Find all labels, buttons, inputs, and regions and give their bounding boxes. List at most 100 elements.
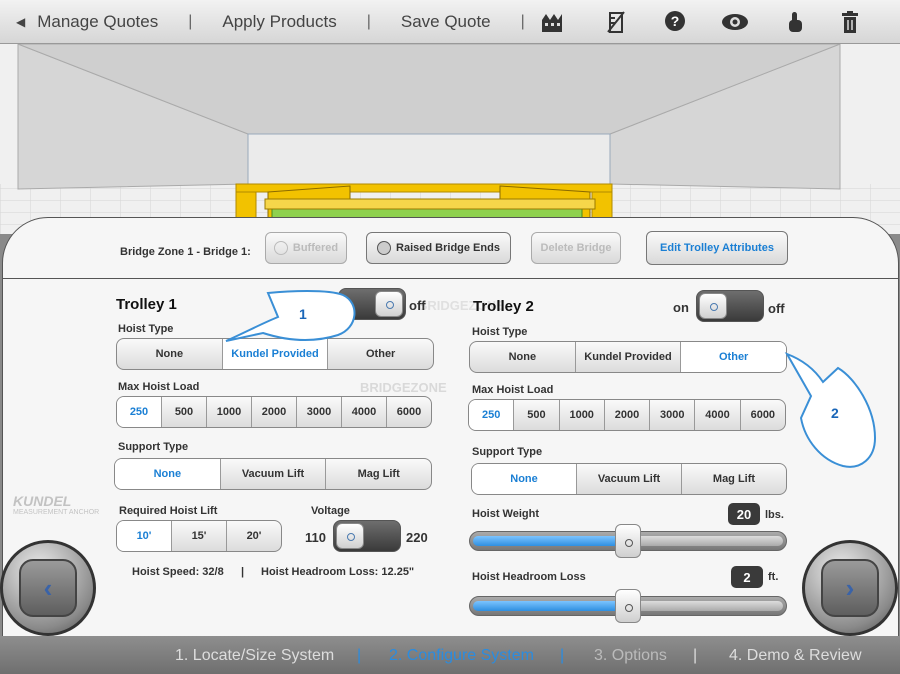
trolley2-max-load-label: Max Hoist Load bbox=[472, 384, 554, 396]
hand-pointer-icon-1 bbox=[225, 290, 356, 342]
slider-fill bbox=[473, 601, 628, 611]
hoist-type-option[interactable]: Kundel Provided bbox=[576, 342, 682, 372]
trolley1-hoist-type-label: Hoist Type bbox=[118, 323, 174, 335]
trolley2-title: Trolley 2 bbox=[473, 298, 534, 315]
max-load-option[interactable]: 2000 bbox=[605, 400, 651, 430]
raised-ends-label: Raised Bridge Ends bbox=[396, 242, 500, 254]
trolley2-off-label: off bbox=[768, 301, 785, 316]
slider-thumb[interactable] bbox=[615, 524, 641, 558]
hoist-lift-option[interactable]: 20' bbox=[227, 521, 281, 551]
save-quote-button[interactable]: Save Quote bbox=[401, 12, 491, 32]
step-options[interactable]: 3. Options bbox=[594, 647, 667, 665]
buffered-label: Buffered bbox=[292, 242, 339, 254]
building-icon[interactable] bbox=[540, 10, 564, 34]
max-load-option[interactable]: 500 bbox=[162, 397, 207, 427]
trolley2-toggle[interactable] bbox=[696, 290, 764, 322]
support-type-option[interactable]: None bbox=[115, 459, 221, 489]
trash-icon[interactable] bbox=[838, 10, 862, 34]
bridgezone-watermark: BRIDGEZONE bbox=[360, 380, 447, 395]
slider-track bbox=[628, 536, 783, 546]
trolley1-max-load-label: Max Hoist Load bbox=[118, 381, 200, 393]
step-configure[interactable]: 2. Configure System bbox=[389, 647, 534, 665]
top-toolbar: ◀ Manage Quotes | Apply Products | Save … bbox=[0, 0, 900, 44]
touch-icon[interactable] bbox=[783, 10, 807, 34]
support-type-option[interactable]: Vacuum Lift bbox=[577, 464, 682, 494]
max-load-option[interactable]: 2000 bbox=[252, 397, 297, 427]
trolley1-hoist-lift-selector[interactable]: 10' 15' 20' bbox=[116, 520, 282, 552]
trolley2-support-type-selector[interactable]: None Vacuum Lift Mag Lift bbox=[471, 463, 787, 495]
max-load-option[interactable]: 6000 bbox=[741, 400, 785, 430]
hoist-weight-label: Hoist Weight bbox=[472, 508, 540, 520]
max-load-option[interactable]: 4000 bbox=[342, 397, 387, 427]
help-icon[interactable]: ? bbox=[663, 10, 687, 34]
slider-fill bbox=[473, 536, 628, 546]
support-type-option[interactable]: Mag Lift bbox=[326, 459, 431, 489]
kundel-logo-text: KUNDEL bbox=[13, 493, 72, 509]
toggle-knob bbox=[336, 523, 364, 549]
hoist-headroom-slider[interactable] bbox=[469, 589, 787, 623]
trolley1-support-type-selector[interactable]: None Vacuum Lift Mag Lift bbox=[114, 458, 432, 490]
max-load-option[interactable]: 4000 bbox=[695, 400, 741, 430]
voltage-label: Voltage bbox=[311, 505, 350, 517]
max-load-option[interactable]: 500 bbox=[514, 400, 560, 430]
buffered-button[interactable]: Buffered bbox=[265, 232, 347, 264]
apply-products-button[interactable]: Apply Products bbox=[222, 12, 336, 32]
edit-trolley-attributes-button[interactable]: Edit Trolley Attributes bbox=[646, 231, 788, 265]
hoist-weight-value: 20 bbox=[728, 503, 760, 525]
hoist-headroom-value: 2 bbox=[731, 566, 763, 588]
hoist-headroom-label: Hoist Headroom Loss bbox=[472, 571, 586, 583]
hoist-headroom-loss-text: Hoist Headroom Loss: 12.25" bbox=[261, 566, 415, 578]
hoist-lift-option[interactable]: 15' bbox=[172, 521, 227, 551]
header-divider bbox=[3, 278, 898, 279]
next-button[interactable]: › bbox=[802, 540, 898, 636]
step-locate-size[interactable]: 1. Locate/Size System bbox=[175, 647, 334, 665]
delete-bridge-button[interactable]: Delete Bridge bbox=[531, 232, 621, 264]
hoist-lift-option[interactable]: 10' bbox=[117, 521, 172, 551]
max-load-option[interactable]: 1000 bbox=[207, 397, 252, 427]
voltage-220-label: 220 bbox=[406, 530, 428, 545]
hoist-weight-slider[interactable] bbox=[469, 524, 787, 558]
slider-thumb[interactable] bbox=[615, 589, 641, 623]
hoist-weight-unit: lbs. bbox=[765, 509, 784, 521]
max-load-option[interactable]: 3000 bbox=[650, 400, 696, 430]
max-load-option[interactable]: 250 bbox=[469, 400, 515, 430]
trolley1-lift-label: Required Hoist Lift bbox=[119, 505, 218, 517]
raised-bridge-ends-button[interactable]: Raised Bridge Ends bbox=[366, 232, 511, 264]
callout-2-number: 2 bbox=[831, 405, 839, 421]
support-type-option[interactable]: Vacuum Lift bbox=[221, 459, 327, 489]
manage-quotes-button[interactable]: Manage Quotes bbox=[37, 12, 158, 32]
max-load-option[interactable]: 6000 bbox=[387, 397, 431, 427]
hoist-speed-text: Hoist Speed: 32/8 bbox=[132, 566, 224, 578]
toolbar-separator: | bbox=[520, 12, 525, 30]
previous-button[interactable]: ‹ bbox=[0, 540, 96, 636]
max-load-option[interactable]: 250 bbox=[117, 397, 162, 427]
toggle-knob bbox=[375, 291, 403, 317]
app-root: ◀ Manage Quotes | Apply Products | Save … bbox=[0, 0, 900, 674]
trolley2-hoist-type-selector[interactable]: None Kundel Provided Other bbox=[469, 341, 787, 373]
support-type-option[interactable]: Mag Lift bbox=[682, 464, 786, 494]
trolley2-on-label: on bbox=[673, 300, 689, 315]
step-separator: | bbox=[357, 647, 362, 664]
hoist-type-option[interactable]: None bbox=[470, 342, 576, 372]
svg-text:?: ? bbox=[671, 13, 680, 29]
step-separator: | bbox=[560, 647, 565, 664]
measure-icon[interactable] bbox=[604, 10, 628, 34]
hoist-type-option[interactable]: None bbox=[117, 339, 223, 369]
bridge-3d-view[interactable] bbox=[0, 44, 900, 234]
callout-1-number: 1 bbox=[299, 306, 307, 322]
trolley1-max-load-selector[interactable]: 250 500 1000 2000 3000 4000 6000 bbox=[116, 396, 432, 428]
max-load-option[interactable]: 1000 bbox=[560, 400, 605, 430]
max-load-option[interactable]: 3000 bbox=[297, 397, 342, 427]
buffered-icon bbox=[273, 241, 288, 255]
hoist-type-option[interactable]: Other bbox=[681, 342, 786, 372]
back-arrow-icon[interactable]: ◀ bbox=[16, 15, 25, 29]
eye-icon[interactable] bbox=[720, 10, 750, 34]
voltage-110-label: 110 bbox=[305, 530, 326, 545]
trolley2-hoist-type-label: Hoist Type bbox=[472, 326, 528, 338]
toolbar-separator: | bbox=[366, 12, 371, 30]
support-type-option[interactable]: None bbox=[472, 464, 577, 494]
step-demo-review[interactable]: 4. Demo & Review bbox=[729, 647, 862, 665]
raised-ends-icon bbox=[377, 241, 392, 255]
voltage-toggle[interactable] bbox=[333, 520, 401, 552]
trolley2-max-load-selector[interactable]: 250 500 1000 2000 3000 4000 6000 bbox=[468, 399, 786, 431]
